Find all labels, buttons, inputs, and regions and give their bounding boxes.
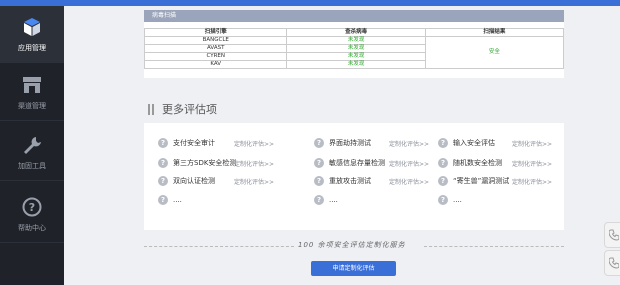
- svg-text:?: ?: [29, 201, 35, 214]
- custom-eval-link[interactable]: 定制化评估>>: [512, 159, 552, 168]
- sidebar-item-label: 帮助中心: [18, 223, 46, 232]
- float-phone-button[interactable]: [604, 222, 620, 248]
- custom-eval-link[interactable]: 定制化评估>>: [234, 177, 274, 186]
- engine-cell: AVAST: [143, 44, 288, 53]
- column-header: 扫描结果: [424, 28, 565, 37]
- eval-item-label: 重放攻击测试: [329, 177, 371, 185]
- question-icon: ?: [314, 158, 324, 168]
- eval-item[interactable]: ? 双向认证检测: [158, 174, 215, 188]
- custom-eval-link[interactable]: 定制化评估>>: [234, 139, 274, 148]
- evaluation-items-card: ? 支付安全审计 定制化评估>> ? 界面劫持测试 定制化评估>> ? 输入安全…: [144, 123, 564, 230]
- custom-eval-link[interactable]: 定制化评估>>: [389, 159, 429, 168]
- service-slogan: 100 余项安全评估定制化服务: [294, 240, 410, 250]
- help-icon: ?: [21, 196, 43, 218]
- phone-icon: [609, 229, 619, 241]
- question-icon: ?: [314, 195, 324, 205]
- eval-item-label: 敏感信息存量检测: [329, 159, 385, 167]
- apply-custom-evaluation-button[interactable]: 申请定制化评估: [311, 261, 396, 276]
- sidebar-item-label: 渠道管理: [18, 101, 46, 110]
- divider-left: [144, 246, 294, 248]
- sidebar-item-label: 应用管理: [18, 43, 46, 52]
- question-icon: ?: [158, 158, 168, 168]
- engine-cell: BANGCLE: [143, 36, 288, 45]
- sidebar-item-hardening-tools[interactable]: 加固工具: [0, 124, 64, 181]
- question-icon: ?: [314, 176, 324, 186]
- phone-icon: [609, 257, 619, 269]
- wrench-icon: [21, 134, 43, 156]
- column-header: 查杀病毒: [286, 28, 426, 37]
- question-icon: ?: [438, 158, 448, 168]
- eval-item[interactable]: ? 输入安全评估: [438, 136, 495, 150]
- engine-cell: CYREN: [143, 52, 288, 61]
- scan-result-cell: 安全: [424, 36, 565, 69]
- sidebar: 应用管理 渠道管理 加固工具 ? 帮助中心: [0, 6, 64, 285]
- question-icon: ?: [438, 176, 448, 186]
- question-icon: ?: [314, 138, 324, 148]
- sidebar-item-channel-management[interactable]: 渠道管理: [0, 64, 64, 121]
- eval-item[interactable]: ? 重放攻击测试: [314, 174, 371, 188]
- virus-scan-title: 病毒扫描: [144, 10, 564, 22]
- virus-cell: 未发现: [286, 60, 426, 69]
- eval-item-label: 支付安全审计: [173, 139, 215, 147]
- eval-item[interactable]: ? 界面劫持测试: [314, 136, 371, 150]
- eval-item-label: 界面劫持测试: [329, 139, 371, 147]
- section-title-text: 更多评估项: [162, 103, 217, 116]
- question-icon: ?: [438, 195, 448, 205]
- main-content: 病毒扫描 扫描引擎 查杀病毒 扫描结果 BANGCLE 未发现 安全 AVAST…: [64, 6, 620, 285]
- custom-eval-link[interactable]: 定制化评估>>: [512, 177, 552, 186]
- eval-item-label: 随机数安全检测: [453, 159, 502, 167]
- custom-eval-link[interactable]: 定制化评估>>: [234, 159, 274, 168]
- eval-item-label: ....: [453, 196, 462, 204]
- custom-eval-link[interactable]: 定制化评估>>: [512, 139, 552, 148]
- custom-eval-link[interactable]: 定制化评估>>: [389, 139, 429, 148]
- eval-item[interactable]: ? 敏感信息存量检测: [314, 156, 385, 170]
- eval-item-label: 双向认证检测: [173, 177, 215, 185]
- sidebar-item-label: 加固工具: [18, 161, 46, 170]
- eval-item-label: 第三方SDK安全检测: [173, 159, 237, 167]
- eval-item-label: ....: [173, 196, 182, 204]
- question-icon: ?: [158, 176, 168, 186]
- question-icon: ?: [158, 195, 168, 205]
- eval-item-label: ....: [329, 196, 338, 204]
- more-evaluations-heading: 更多评估项: [148, 101, 217, 117]
- store-icon: [21, 74, 43, 96]
- eval-item: ? ....: [158, 193, 182, 207]
- sidebar-item-help-center[interactable]: ? 帮助中心: [0, 186, 64, 243]
- engine-cell: KAV: [143, 60, 288, 69]
- question-icon: ?: [438, 138, 448, 148]
- table-row: BANGCLE 未发现 安全: [143, 36, 565, 69]
- virus-cell: 未发现: [286, 44, 426, 53]
- question-icon: ?: [158, 138, 168, 148]
- virus-scan-table: 扫描引擎 查杀病毒 扫描结果 BANGCLE 未发现 安全 AVAST 未发现 …: [143, 28, 565, 69]
- custom-eval-link[interactable]: 定制化评估>>: [389, 177, 429, 186]
- eval-item-label: “寄生兽”漏洞测试: [453, 177, 510, 185]
- eval-item[interactable]: ? 第三方SDK安全检测: [158, 156, 236, 170]
- divider-right: [424, 246, 564, 248]
- sidebar-item-app-management[interactable]: 应用管理: [0, 6, 64, 63]
- table-header-row: 扫描引擎 查杀病毒 扫描结果: [143, 28, 565, 37]
- column-header: 扫描引擎: [143, 28, 288, 37]
- float-service-button[interactable]: [604, 250, 620, 276]
- eval-item[interactable]: ? 随机数安全检测: [438, 156, 502, 170]
- heading-bars-icon: [148, 103, 156, 115]
- eval-item: ? ....: [438, 193, 462, 207]
- virus-scan-card: 病毒扫描 扫描引擎 查杀病毒 扫描结果 BANGCLE 未发现 安全 AVAST…: [143, 10, 565, 78]
- eval-item: ? ....: [314, 193, 338, 207]
- virus-cell: 未发现: [286, 52, 426, 61]
- eval-item-label: 输入安全评估: [453, 139, 495, 147]
- eval-item[interactable]: ? 支付安全审计: [158, 136, 215, 150]
- cube-icon: [21, 16, 43, 38]
- virus-cell: 未发现: [286, 36, 426, 45]
- eval-item[interactable]: ? “寄生兽”漏洞测试: [438, 174, 509, 188]
